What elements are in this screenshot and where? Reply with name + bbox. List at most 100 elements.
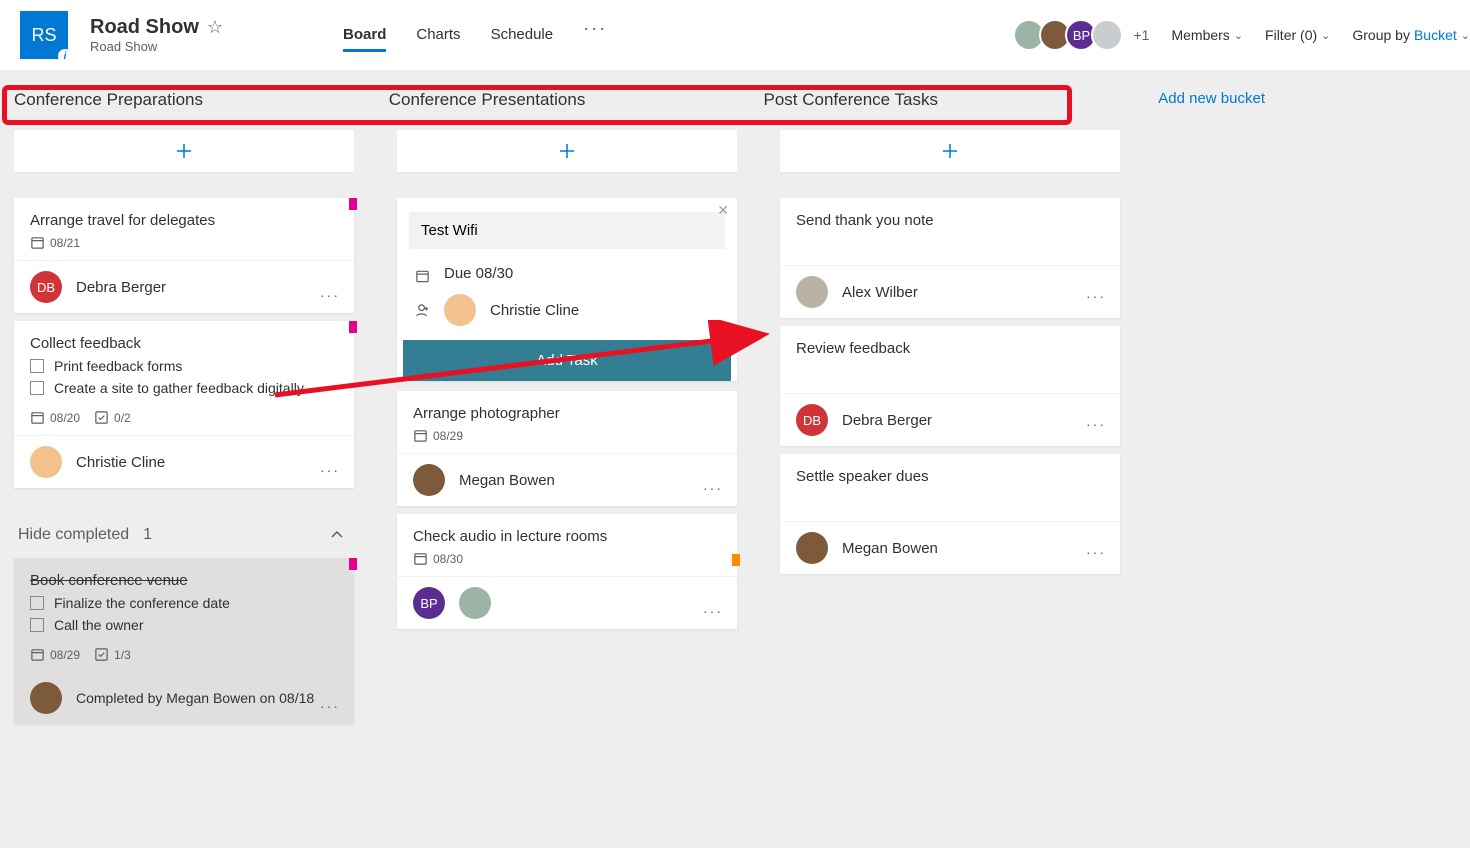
group-by-button[interactable]: Group by Bucket ⌄: [1352, 27, 1470, 43]
completed-by-row: Completed by Megan Bowen on 08/18: [14, 672, 354, 724]
category-tag-pink: [349, 198, 357, 210]
plus-icon: [559, 143, 575, 159]
task-card-travel[interactable]: Arrange travel for delegates 08/21 ··· D…: [14, 198, 354, 313]
filter-button[interactable]: Filter (0) ⌄: [1265, 27, 1330, 43]
avatar-bp: BP: [413, 587, 445, 619]
bucket-col-conf-pres: ✕ Due 08/30 Christie Cline Add Task Arra…: [397, 130, 737, 732]
assignee-name: Debra Berger: [842, 412, 932, 429]
checklist-icon: [94, 647, 109, 662]
plan-subtitle: Road Show: [90, 39, 223, 54]
checklist-item[interactable]: Call the owner: [30, 617, 338, 633]
task-card-photographer[interactable]: Arrange photographer 08/29 ··· Megan Bow…: [397, 391, 737, 506]
card-more-icon[interactable]: ···: [1086, 544, 1106, 560]
task-card-reviewfeedback[interactable]: Review feedback ··· DB Debra Berger: [780, 326, 1120, 446]
avatar-christie-cline: [444, 294, 476, 326]
task-card-thankyou[interactable]: Send thank you note ··· Alex Wilber: [780, 198, 1120, 318]
plus-icon: [176, 143, 192, 159]
calendar-icon: [30, 235, 45, 250]
task-assignee-row[interactable]: DB Debra Berger: [780, 393, 1120, 446]
assignee-name: Megan Bowen: [459, 472, 555, 489]
completed-by-text: Completed by Megan Bowen on 08/18: [76, 690, 314, 706]
checkbox-icon[interactable]: [30, 381, 44, 395]
task-title: Collect feedback: [30, 335, 338, 352]
calendar-icon: [413, 428, 428, 443]
chevron-down-icon: ⌄: [1461, 29, 1470, 42]
plan-initials: RS: [31, 25, 56, 46]
avatar-member-4[interactable]: [1091, 19, 1123, 51]
card-more-icon[interactable]: ···: [320, 287, 340, 303]
checkbox-icon[interactable]: [30, 359, 44, 373]
task-assignee-row[interactable]: BP: [397, 576, 737, 629]
checkbox-icon[interactable]: [30, 618, 44, 632]
add-task-post-conf[interactable]: [780, 130, 1120, 172]
task-title: Settle speaker dues: [796, 468, 1104, 485]
bucket-title-post-conf[interactable]: Post Conference Tasks: [764, 80, 1096, 122]
avatar-megan-bowen: [30, 682, 62, 714]
bucket-title-conf-prep[interactable]: Conference Preparations: [14, 80, 346, 122]
new-task-assign-row[interactable]: Christie Cline: [403, 288, 731, 332]
task-assignee-row[interactable]: Megan Bowen: [780, 521, 1120, 574]
app-header: RS i Road Show ☆ Road Show Board Charts …: [0, 0, 1470, 70]
task-title: Check audio in lecture rooms: [413, 528, 721, 545]
new-task-due-row[interactable]: Due 08/30: [403, 259, 731, 288]
add-bucket-button[interactable]: Add new bucket: [1138, 80, 1470, 119]
avatar-alex-wilber: [796, 276, 828, 308]
plan-badge[interactable]: RS i: [20, 11, 68, 59]
person-add-icon: [415, 303, 430, 318]
card-more-icon[interactable]: ···: [320, 698, 340, 714]
task-card-speakerdues[interactable]: Settle speaker dues ··· Megan Bowen: [780, 454, 1120, 574]
bucket-col-post-conf: Send thank you note ··· Alex Wilber Revi…: [780, 130, 1120, 732]
task-assignee-row[interactable]: Alex Wilber: [780, 265, 1120, 318]
bucket-col-conf-prep: Arrange travel for delegates 08/21 ··· D…: [14, 130, 354, 732]
task-title: Send thank you note: [796, 212, 1104, 229]
assignee-name: Debra Berger: [76, 279, 166, 296]
task-card-feedback[interactable]: Collect feedback Print feedback forms Cr…: [14, 321, 354, 488]
tab-more-icon[interactable]: ···: [583, 18, 607, 52]
task-title: Book conference venue: [30, 572, 338, 589]
add-task-conf-prep[interactable]: [14, 130, 354, 172]
chevron-down-icon: ⌄: [1234, 29, 1243, 42]
tab-board[interactable]: Board: [343, 18, 386, 52]
task-assignee-row[interactable]: Christie Cline: [14, 435, 354, 488]
calendar-icon: [30, 410, 45, 425]
calendar-icon: [30, 647, 45, 662]
plan-title: Road Show: [90, 16, 199, 39]
category-tag-pink: [349, 321, 357, 333]
hide-completed-toggle[interactable]: Hide completed1: [14, 512, 354, 558]
close-icon[interactable]: ✕: [717, 202, 729, 219]
bucket-title-conf-pres[interactable]: Conference Presentations: [389, 80, 721, 122]
add-task-button[interactable]: Add Task: [403, 340, 731, 381]
members-button[interactable]: Members ⌄: [1171, 27, 1243, 43]
task-title: Arrange travel for delegates: [30, 212, 338, 229]
avatar-debra-berger: DB: [796, 404, 828, 436]
card-more-icon[interactable]: ···: [703, 603, 723, 619]
info-icon[interactable]: i: [58, 49, 72, 63]
checklist-item[interactable]: Create a site to gather feedback digital…: [30, 380, 338, 396]
checklist-item[interactable]: Print feedback forms: [30, 358, 338, 374]
card-more-icon[interactable]: ···: [320, 462, 340, 478]
calendar-icon: [415, 266, 430, 281]
checklist-item[interactable]: Finalize the conference date: [30, 595, 338, 611]
task-assignee-row[interactable]: Megan Bowen: [397, 453, 737, 506]
plan-title-block: Road Show ☆ Road Show: [90, 16, 223, 54]
bucket-headers-row: Conference Preparations Conference Prese…: [0, 70, 1470, 122]
calendar-icon: [413, 551, 428, 566]
task-card-audio[interactable]: Check audio in lecture rooms 08/30 ··· B…: [397, 514, 737, 629]
avatar-christie-cline: [30, 446, 62, 478]
checkbox-icon[interactable]: [30, 596, 44, 610]
member-avatars[interactable]: BP +1: [1019, 19, 1149, 51]
tab-charts[interactable]: Charts: [416, 18, 460, 52]
card-more-icon[interactable]: ···: [703, 480, 723, 496]
card-more-icon[interactable]: ···: [1086, 288, 1106, 304]
favorite-star-icon[interactable]: ☆: [207, 17, 223, 38]
add-task-conf-pres[interactable]: [397, 130, 737, 172]
tab-schedule[interactable]: Schedule: [491, 18, 554, 52]
task-card-completed-venue[interactable]: Book conference venue Finalize the confe…: [14, 558, 354, 724]
task-title: Review feedback: [796, 340, 1104, 357]
extra-members-count[interactable]: +1: [1133, 27, 1149, 43]
chevron-up-icon: [330, 528, 344, 542]
card-more-icon[interactable]: ···: [1086, 416, 1106, 432]
new-task-name-input[interactable]: [409, 212, 725, 249]
view-tabs: Board Charts Schedule ···: [343, 18, 607, 52]
task-assignee-row[interactable]: DB Debra Berger: [14, 260, 354, 313]
